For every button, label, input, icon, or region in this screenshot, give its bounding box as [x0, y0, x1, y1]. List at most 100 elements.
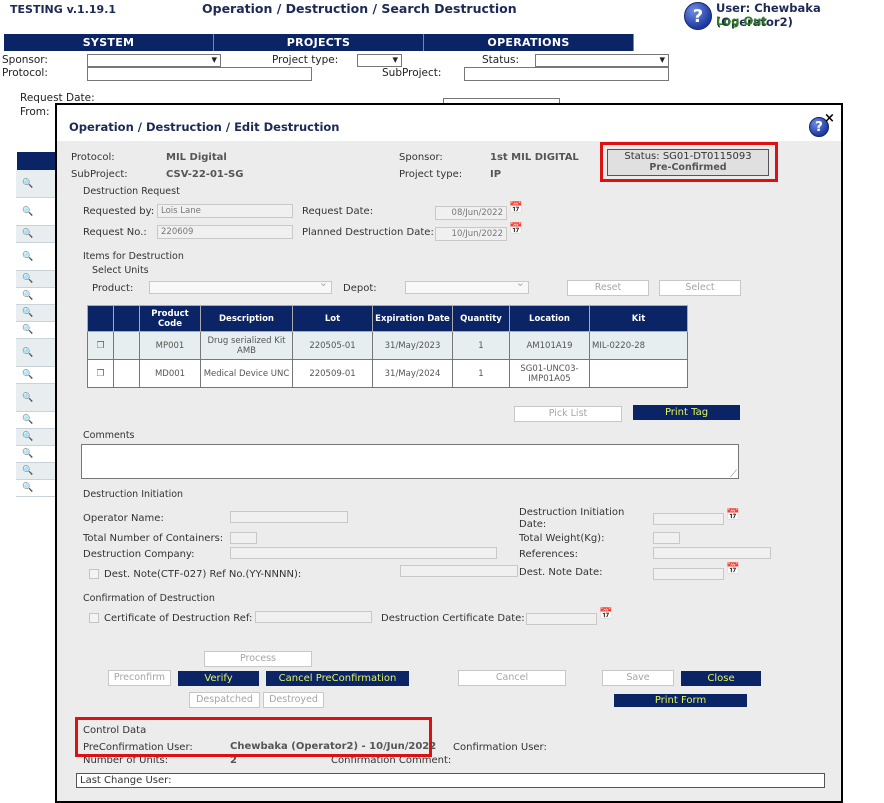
- save-button[interactable]: Save: [602, 670, 674, 686]
- subproject-label: SubProject:: [71, 169, 128, 180]
- table-row[interactable]: 🔍: [16, 480, 56, 497]
- print-tag-button[interactable]: Print Tag: [633, 405, 740, 420]
- magnifier-icon[interactable]: 🔍: [16, 480, 40, 496]
- calendar-icon[interactable]: 📅: [509, 202, 523, 214]
- calendar-icon[interactable]: 📅: [599, 608, 613, 620]
- table-row[interactable]: 🔍: [16, 305, 56, 322]
- destroyed-button[interactable]: Destroyed: [263, 692, 324, 708]
- magnifier-icon[interactable]: 🔍: [16, 339, 40, 366]
- subproject-input[interactable]: [464, 67, 669, 81]
- select-units-title: Select Units: [92, 265, 149, 276]
- modal-close-icon[interactable]: ×: [824, 111, 835, 126]
- magnifier-icon[interactable]: 🔍: [16, 367, 40, 383]
- magnifier-icon[interactable]: 🔍: [16, 322, 40, 338]
- total-containers-field: [230, 532, 257, 544]
- select-button[interactable]: Select: [659, 280, 741, 296]
- comments-textarea[interactable]: [81, 444, 739, 480]
- table-row[interactable]: 🔍: [16, 412, 56, 429]
- table-row[interactable]: ❐ MD001 Medical Device UNC 220509-01 31/…: [87, 359, 688, 388]
- table-row[interactable]: 🔍: [16, 384, 56, 412]
- magnifier-icon[interactable]: 🔍: [16, 271, 40, 287]
- protocol-input[interactable]: [87, 67, 312, 81]
- magnifier-icon[interactable]: 🔍: [16, 243, 40, 270]
- copy-icon[interactable]: ❐: [96, 341, 104, 351]
- control-highlight-frame: [75, 717, 432, 757]
- table-row[interactable]: 🔍: [16, 339, 56, 367]
- items-table: Product Code Description Lot Expiration …: [87, 305, 688, 388]
- magnifier-icon[interactable]: 🔍: [16, 412, 40, 428]
- select-cell[interactable]: [113, 331, 140, 360]
- col-description: Description: [200, 305, 293, 332]
- product-select[interactable]: [149, 276, 332, 294]
- verify-button[interactable]: Verify: [178, 671, 259, 686]
- location-cell: SG01-UNC03-IMP01A05: [509, 359, 590, 388]
- magnifier-icon[interactable]: 🔍: [16, 226, 40, 242]
- project-type-label: Project type:: [399, 169, 463, 180]
- nav-tab-system[interactable]: SYSTEM: [4, 34, 214, 51]
- table-row[interactable]: 🔍: [16, 322, 56, 339]
- close-button[interactable]: Close: [681, 671, 761, 686]
- nav-tab-operations[interactable]: OPERATIONS: [424, 34, 634, 51]
- table-row[interactable]: 🔍: [16, 226, 56, 243]
- cancel-button[interactable]: Cancel: [458, 670, 566, 686]
- certificate-checkbox[interactable]: [89, 613, 99, 623]
- project-type-label: Project type:: [272, 54, 339, 66]
- product-code-cell: MD001: [139, 359, 201, 388]
- table-row[interactable]: 🔍: [16, 243, 56, 271]
- depot-select[interactable]: [405, 276, 529, 294]
- table-row[interactable]: 🔍: [16, 288, 56, 305]
- table-row[interactable]: 🔍: [16, 271, 56, 288]
- project-type-value: IP: [490, 169, 502, 180]
- magnifier-icon[interactable]: 🔍: [16, 446, 40, 462]
- destruction-request-title: Destruction Request: [83, 186, 180, 197]
- kit-cell: MIL-0220-28: [589, 331, 688, 360]
- magnifier-icon[interactable]: 🔍: [16, 384, 40, 411]
- table-row[interactable]: 🔍: [16, 429, 56, 446]
- quantity-cell: 1: [452, 359, 510, 388]
- sponsor-select[interactable]: [87, 53, 221, 67]
- magnifier-icon[interactable]: 🔍: [16, 305, 40, 321]
- description-cell: Drug serialized Kit AMB: [200, 331, 293, 360]
- magnifier-icon[interactable]: 🔍: [16, 288, 40, 304]
- copy-cell[interactable]: ❐: [87, 331, 114, 360]
- table-row[interactable]: 🔍: [16, 198, 56, 226]
- reset-button[interactable]: Reset: [567, 280, 649, 296]
- copy-icon[interactable]: ❐: [96, 369, 104, 379]
- table-row[interactable]: 🔍: [16, 446, 56, 463]
- initiation-date-field: [653, 513, 724, 525]
- magnifier-icon[interactable]: 🔍: [16, 198, 40, 225]
- project-type-select[interactable]: [357, 53, 402, 67]
- table-row[interactable]: ❐ MP001 Drug serialized Kit AMB 220505-0…: [87, 331, 688, 360]
- copy-cell[interactable]: ❐: [87, 359, 114, 388]
- last-change-user: Last Change User:: [76, 773, 825, 788]
- table-row[interactable]: 🔍: [16, 463, 56, 480]
- calendar-icon[interactable]: 📅: [509, 223, 523, 235]
- table-row[interactable]: 🔍: [16, 367, 56, 384]
- pick-list-button[interactable]: Pick List: [514, 406, 622, 422]
- magnifier-icon[interactable]: 🔍: [16, 429, 40, 445]
- confirmation-title: Confirmation of Destruction: [83, 593, 215, 604]
- print-form-button[interactable]: Print Form: [614, 694, 747, 707]
- help-icon[interactable]: ?: [684, 2, 712, 30]
- magnifier-icon[interactable]: 🔍: [16, 463, 40, 479]
- expiration-cell: 31/May/2023: [372, 331, 453, 360]
- initiation-date-label: Destruction Initiation: [519, 507, 625, 518]
- table-row[interactable]: 🔍: [16, 170, 56, 198]
- initiation-date-label-2: Date:: [519, 519, 547, 530]
- calendar-icon[interactable]: 📅: [726, 563, 740, 575]
- nav-tab-projects[interactable]: PROJECTS: [214, 34, 424, 51]
- process-button[interactable]: Process: [204, 651, 312, 667]
- references-label: References:: [519, 549, 578, 560]
- calendar-icon[interactable]: 📅: [726, 509, 740, 521]
- select-cell[interactable]: [113, 359, 140, 388]
- requested-by-label: Requested by:: [83, 206, 155, 217]
- dest-note-checkbox[interactable]: [89, 569, 99, 579]
- despatched-button[interactable]: Despatched: [189, 692, 260, 708]
- subproject-value: CSV-22-01-SG: [166, 169, 244, 180]
- status-select[interactable]: [535, 53, 669, 67]
- results-table: 🔍 🔍 🔍 🔍 🔍 🔍 🔍 🔍 🔍 🔍 🔍 🔍 🔍 🔍 🔍 🔍: [16, 152, 56, 497]
- preconfirm-button[interactable]: Preconfirm: [108, 670, 171, 686]
- logout-link[interactable]: Log Out: [716, 14, 767, 28]
- magnifier-icon[interactable]: 🔍: [16, 170, 40, 197]
- cancel-preconfirmation-button[interactable]: Cancel PreConfirmation: [266, 671, 409, 686]
